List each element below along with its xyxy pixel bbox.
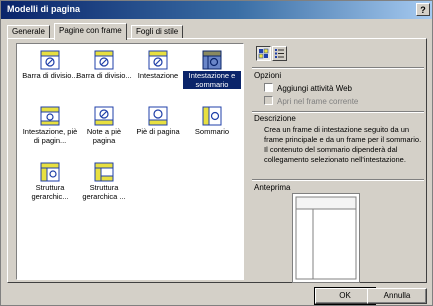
template-item[interactable]: Intestazione, piè di pagin...: [21, 106, 79, 145]
template-label: Intestazione e sommario: [183, 71, 241, 89]
template-label: Intestazione, piè di pagin...: [22, 127, 78, 145]
template-item[interactable]: Struttura gerarchic...: [21, 162, 79, 201]
template-item[interactable]: Intestazione: [129, 50, 187, 80]
open-frame-checkbox: [264, 96, 273, 105]
title-bar: Modelli di pagina ?: [1, 1, 432, 19]
open-frame-checkbox-row: Apri nel frame corrente: [264, 96, 358, 106]
frame-page-icon: [40, 106, 60, 126]
list-view-icon: [275, 49, 284, 58]
add-web-label: Aggiungi attività Web: [277, 84, 353, 93]
open-frame-label: Apri nel frame corrente: [277, 97, 359, 106]
template-item[interactable]: Struttura gerarchica ...: [75, 162, 133, 201]
frame-page-icon: [202, 106, 222, 126]
separator: [252, 111, 424, 113]
frame-page-icon: [94, 162, 114, 182]
template-item[interactable]: Sommario: [183, 106, 241, 136]
template-label: Barra di divisio...: [22, 71, 78, 80]
template-label: Struttura gerarchic...: [31, 183, 69, 201]
separator: [252, 179, 424, 181]
tab-pagine-con-frame[interactable]: Pagine con frame: [54, 23, 127, 40]
template-item[interactable]: Barra di divisio...: [75, 50, 133, 80]
frame-page-icon: [40, 50, 60, 70]
template-list[interactable]: Barra di divisio... Barra di divisio...: [16, 43, 244, 280]
template-item[interactable]: Barra di divisio...: [21, 50, 79, 80]
template-label: Barra di divisio...: [76, 71, 132, 80]
tab-generale[interactable]: Generale: [7, 25, 50, 39]
large-icons-icon: [258, 48, 269, 59]
tab-fogli-di-stile[interactable]: Fogli di stile: [131, 25, 184, 39]
details-pane: Opzioni Aggiungi attività Web Apri nel f…: [252, 43, 424, 283]
template-label: Note a piè pagina: [86, 127, 122, 145]
dialog-window: Modelli di pagina ? Generale Pagine con …: [0, 0, 433, 306]
template-label: Intestazione: [137, 71, 179, 80]
template-item[interactable]: Note a piè pagina: [75, 106, 133, 145]
template-item[interactable]: Piè di pagina: [129, 106, 187, 136]
frame-page-icon: [40, 162, 60, 182]
cancel-button[interactable]: Annulla: [367, 288, 427, 304]
template-label: Piè di pagina: [136, 127, 180, 136]
ok-button[interactable]: OK: [314, 287, 376, 305]
large-icons-view-button[interactable]: [256, 46, 271, 61]
separator: [252, 67, 424, 69]
preview-box: [292, 193, 360, 283]
add-web-checkbox-row[interactable]: Aggiungi attività Web: [264, 83, 352, 93]
options-title: Opzioni: [254, 71, 282, 80]
dialog-title: Modelli di pagina: [7, 4, 81, 14]
preview-title: Anteprima: [254, 183, 291, 192]
description-text: Crea un frame di intestazione seguito da…: [264, 125, 422, 164]
tab-panel: Barra di divisio... Barra di divisio...: [7, 38, 427, 283]
template-item-selected[interactable]: Intestazione e sommario: [183, 50, 241, 89]
template-label: Struttura gerarchica ...: [82, 183, 126, 201]
frame-page-icon: [148, 106, 168, 126]
frame-page-icon: [94, 50, 114, 70]
preview-layout-image: [295, 196, 357, 280]
template-label: Sommario: [194, 127, 230, 136]
help-button[interactable]: ?: [416, 3, 430, 16]
description-title: Descrizione: [254, 114, 296, 123]
add-web-checkbox[interactable]: [264, 83, 273, 92]
list-view-button[interactable]: [272, 46, 287, 61]
frame-page-icon: [94, 106, 114, 126]
frame-page-icon: [202, 50, 222, 70]
frame-page-icon: [148, 50, 168, 70]
